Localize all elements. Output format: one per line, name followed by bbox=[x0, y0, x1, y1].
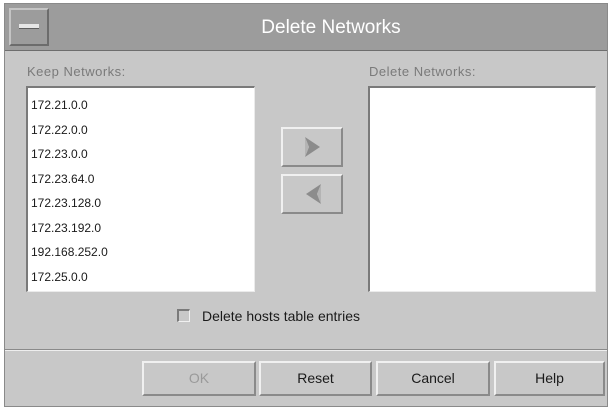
right-arrow-icon bbox=[305, 137, 320, 157]
keep-network-item[interactable]: 172.23.192.0 bbox=[28, 216, 254, 241]
delete-hosts-checkbox[interactable] bbox=[177, 309, 190, 322]
window-title: Delete Networks bbox=[261, 17, 401, 38]
keep-network-item[interactable]: 172.21.0.0 bbox=[28, 93, 254, 118]
help-button[interactable]: Help bbox=[494, 361, 605, 396]
window-menu-icon bbox=[19, 24, 39, 29]
left-arrow-icon bbox=[306, 184, 321, 204]
keep-network-item[interactable]: 172.22.0.0 bbox=[28, 118, 254, 143]
move-to-keep-button[interactable] bbox=[281, 174, 343, 214]
keep-network-item[interactable]: 172.25.0.0 bbox=[28, 265, 254, 290]
delete-networks-label: Delete Networks: bbox=[369, 64, 476, 79]
window-menu-button[interactable] bbox=[9, 8, 49, 46]
move-to-delete-button[interactable] bbox=[281, 127, 343, 167]
title-bar: Delete Networks bbox=[5, 4, 607, 51]
keep-network-item[interactable]: 172.23.128.0 bbox=[28, 191, 254, 216]
keep-network-item[interactable]: 172.23.64.0 bbox=[28, 167, 254, 192]
button-separator bbox=[5, 349, 607, 351]
delete-networks-dialog: Delete Networks Keep Networks: Delete Ne… bbox=[4, 3, 608, 407]
ok-button[interactable]: OK bbox=[142, 361, 256, 396]
keep-network-item[interactable]: 192.168.252.0 bbox=[28, 240, 254, 265]
delete-networks-list[interactable] bbox=[368, 86, 596, 292]
reset-button[interactable]: Reset bbox=[259, 361, 372, 396]
delete-hosts-label: Delete hosts table entries bbox=[202, 308, 360, 324]
keep-networks-list[interactable]: 172.21.0.0 172.22.0.0 172.23.0.0 172.23.… bbox=[26, 86, 255, 292]
keep-networks-label: Keep Networks: bbox=[27, 64, 126, 79]
cancel-button[interactable]: Cancel bbox=[376, 361, 490, 396]
keep-network-item[interactable]: 172.23.0.0 bbox=[28, 142, 254, 167]
